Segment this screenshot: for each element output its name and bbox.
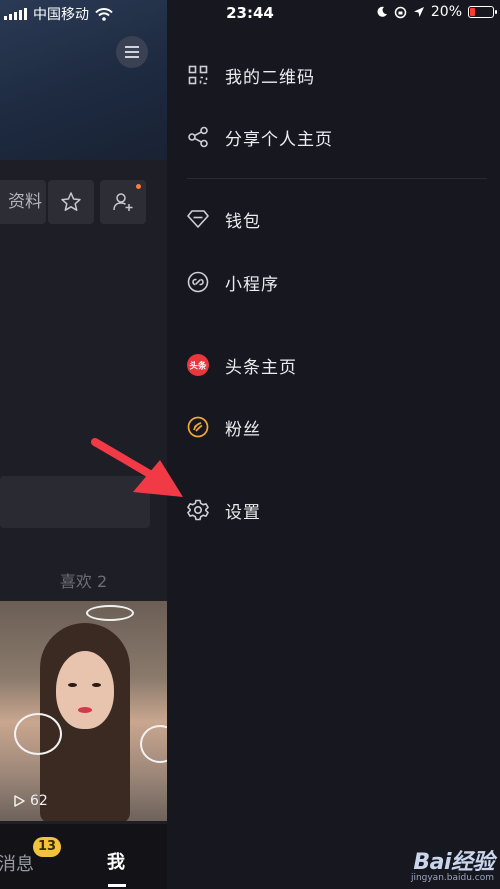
watermark-url: jingyan.baidu.com [410, 873, 494, 883]
watermark: Bai经验 jingyan.baidu.com [410, 844, 495, 883]
moon-icon [377, 6, 387, 17]
rotation-lock-icon [394, 6, 407, 18]
battery-percent: 20% [430, 4, 462, 20]
watermark-logo: Bai经验 [413, 850, 494, 875]
location-icon [413, 7, 424, 17]
battery-icon [468, 6, 497, 18]
status-bar: 中国移动 23:44 20% [0, 0, 500, 26]
annotation-arrow [91, 438, 183, 497]
